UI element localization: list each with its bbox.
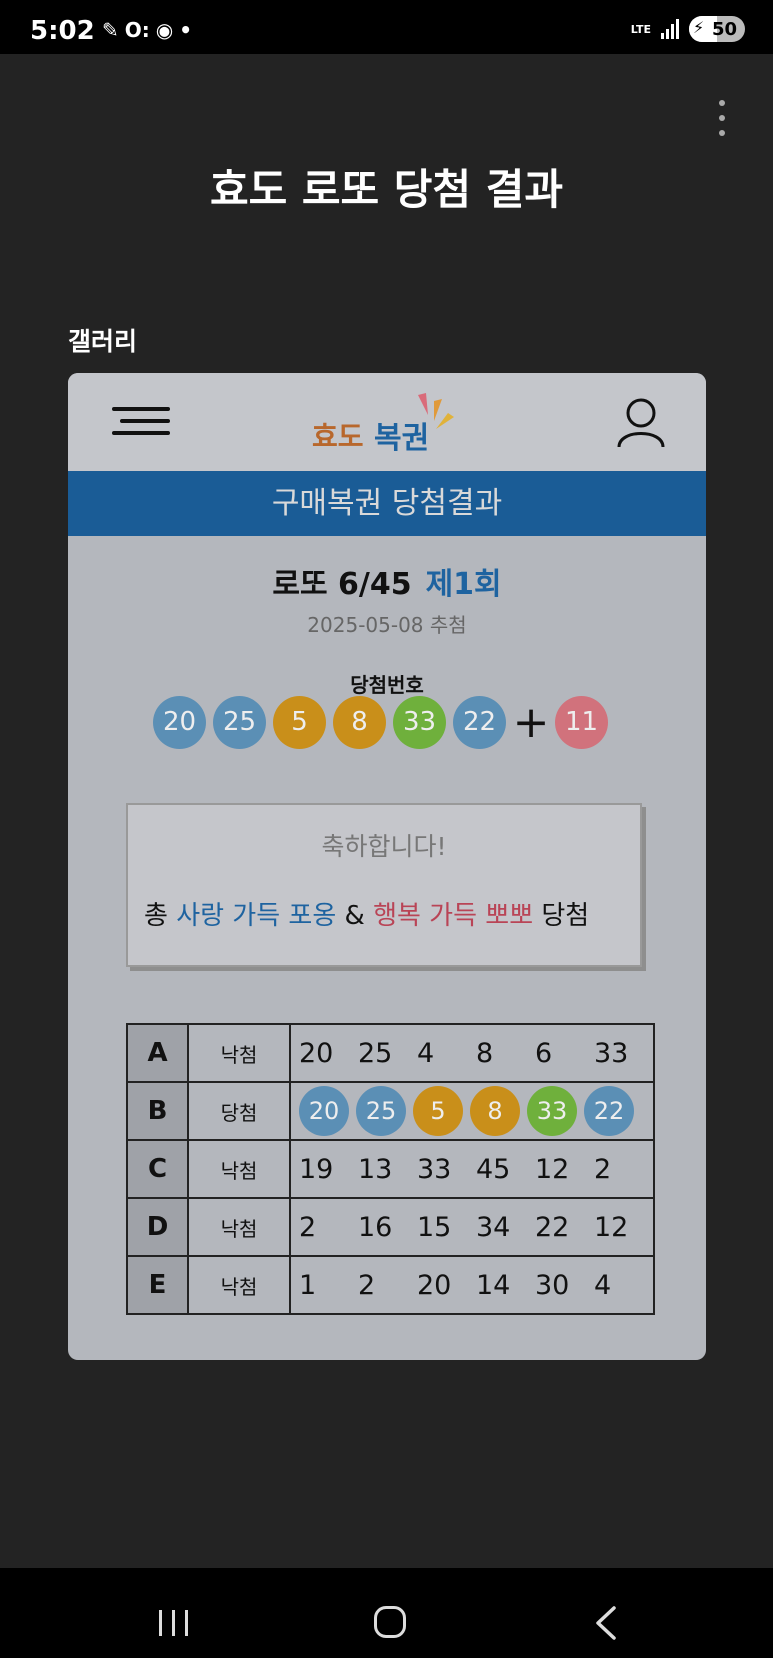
results-table: A 낙첨 20 25 4 8 6 33 B 당첨 20 25 5 8 33 22 C 낙첨 19 13 33 45 12 2 D… [126, 1023, 655, 1315]
number: 4 [594, 1269, 612, 1301]
number: 13 [358, 1153, 393, 1185]
back-button[interactable] [594, 1606, 618, 1640]
prize-hug: 사랑 가득 포옹 [176, 901, 337, 931]
number: 20 [417, 1269, 452, 1301]
table-row: D 낙첨 2 16 15 34 22 12 [126, 1197, 655, 1257]
winning-ball: 20 [153, 695, 206, 749]
number: 33 [417, 1153, 452, 1185]
logo: 효도 복권 [312, 393, 472, 463]
charging-icon: ⚡ [693, 18, 705, 37]
matched-number-ball: 20 [299, 1086, 349, 1136]
matched-number-ball: 22 [584, 1086, 634, 1136]
winning-numbers: 20 25 5 8 33 22 + 11 [153, 695, 615, 749]
number: 8 [476, 1037, 494, 1069]
messenger-icon: O: [124, 18, 150, 42]
game-letter: E [126, 1255, 189, 1315]
hamburger-menu-icon [112, 407, 170, 435]
signal-icon [661, 19, 679, 39]
bonus-ball: 11 [555, 695, 608, 749]
more-options-icon[interactable] [716, 100, 728, 136]
matched-number-ball: 8 [470, 1086, 520, 1136]
congrats-heading: 축하합니다! [321, 832, 447, 861]
number: 22 [535, 1211, 570, 1243]
number: 2 [299, 1211, 317, 1243]
game-name: 로또 6/45 [272, 567, 412, 602]
app-avatar-icon: ◉ [155, 18, 174, 42]
network-icon: LTE [630, 22, 651, 36]
game-letter: A [126, 1023, 189, 1083]
number: 16 [358, 1211, 393, 1243]
battery-icon: ⚡ 50 [689, 16, 745, 42]
winning-ball: 33 [393, 695, 446, 749]
card-header: 효도 복권 [68, 373, 706, 471]
number: 12 [594, 1211, 629, 1243]
number: 1 [299, 1269, 317, 1301]
number: 20 [299, 1037, 334, 1069]
number: 33 [594, 1037, 629, 1069]
game-result: 당첨 [187, 1081, 291, 1141]
game-numbers: 1 2 20 14 30 4 [289, 1255, 655, 1315]
result-banner: 구매복권 당첨결과 [68, 471, 706, 536]
winning-numbers-label: 당첨번호 [350, 673, 424, 697]
page-title: 효도 로또 당첨 결과 [210, 165, 563, 214]
number: 19 [299, 1153, 334, 1185]
home-button[interactable] [374, 1606, 406, 1638]
game-result: 낙첨 [187, 1139, 291, 1199]
table-row: B 당첨 20 25 5 8 33 22 [126, 1081, 655, 1141]
notification-icons: ✎ O: ◉ • [102, 18, 192, 42]
number: 4 [417, 1037, 435, 1069]
number: 14 [476, 1269, 511, 1301]
winning-ball: 22 [453, 695, 506, 749]
winning-ball: 8 [333, 695, 386, 749]
section-label: 갤러리 [68, 327, 138, 356]
draw-round: 제1회 [425, 567, 502, 602]
battery-level: 50 [711, 19, 737, 40]
plus-icon: + [512, 696, 550, 748]
status-time: 5:02 [30, 16, 95, 46]
recent-apps-button[interactable] [159, 1610, 188, 1636]
game-letter: C [126, 1139, 189, 1199]
navigation-bar [0, 1568, 773, 1658]
game-numbers: 20 25 4 8 6 33 [289, 1023, 655, 1083]
prize-line: 총 사랑 가득 포옹 & 행복 가득 뽀뽀 당첨 [144, 901, 590, 931]
user-icon [617, 398, 665, 448]
number: 6 [535, 1037, 553, 1069]
number: 12 [535, 1153, 570, 1185]
winning-ball: 25 [213, 695, 266, 749]
table-row: E 낙첨 1 2 20 14 30 4 [126, 1255, 655, 1315]
matched-number-ball: 5 [413, 1086, 463, 1136]
status-bar: 5:02 ✎ O: ◉ • LTE ⚡ 50 [0, 0, 773, 54]
table-row: A 낙첨 20 25 4 8 6 33 [126, 1023, 655, 1083]
number: 2 [594, 1153, 612, 1185]
draw-date: 2025-05-08 추첨 [307, 613, 467, 637]
gallery-image[interactable]: 효도 복권 구매복권 당첨결과 로또 6/45 제1회 2025-05-08 추첨… [68, 373, 706, 1360]
number: 25 [358, 1037, 393, 1069]
number: 15 [417, 1211, 452, 1243]
game-result: 낙첨 [187, 1197, 291, 1257]
draw-title: 로또 6/45 제1회 [68, 559, 706, 603]
game-letter: D [126, 1197, 189, 1257]
sparkle-icon [418, 393, 454, 429]
more-notifications-icon: • [179, 18, 193, 42]
number: 34 [476, 1211, 511, 1243]
feather-icon: ✎ [102, 18, 119, 42]
game-numbers: 20 25 5 8 33 22 [289, 1081, 655, 1141]
game-numbers: 2 16 15 34 22 12 [289, 1197, 655, 1257]
congrats-box: 축하합니다! 총 사랑 가득 포옹 & 행복 가득 뽀뽀 당첨 [126, 803, 642, 967]
game-result: 낙첨 [187, 1023, 291, 1083]
matched-number-ball: 33 [527, 1086, 577, 1136]
number: 2 [358, 1269, 376, 1301]
game-result: 낙첨 [187, 1255, 291, 1315]
number: 30 [535, 1269, 570, 1301]
game-numbers: 19 13 33 45 12 2 [289, 1139, 655, 1199]
winning-ball: 5 [273, 695, 326, 749]
number: 45 [476, 1153, 511, 1185]
table-row: C 낙첨 19 13 33 45 12 2 [126, 1139, 655, 1199]
prize-kiss: 행복 가득 뽀뽀 [373, 901, 534, 931]
game-letter: B [126, 1081, 189, 1141]
matched-number-ball: 25 [356, 1086, 406, 1136]
